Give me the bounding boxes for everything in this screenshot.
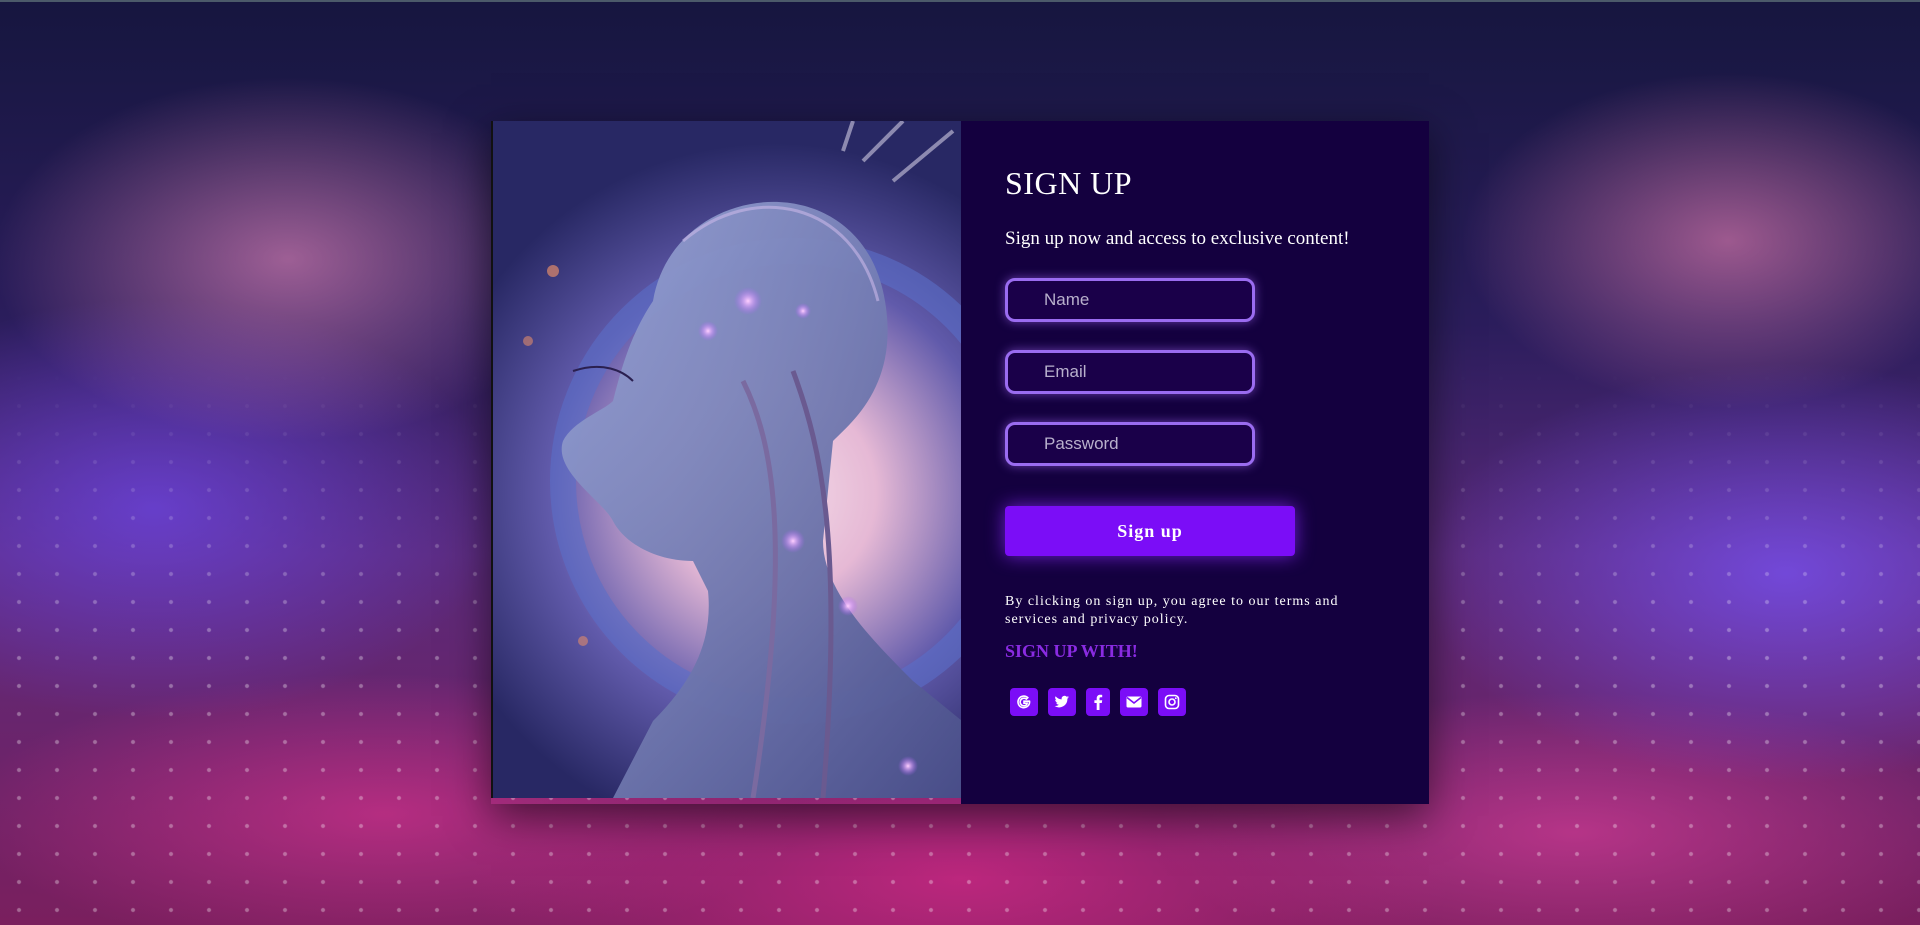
envelope-icon [1126, 696, 1142, 708]
terms-notice: By clicking on sign up, you agree to our… [1005, 593, 1395, 629]
terms-middle: and [1058, 612, 1091, 627]
social-signup-heading: SIGN UP WITH! [1005, 641, 1138, 661]
privacy-link[interactable]: privacy policy [1090, 612, 1184, 627]
facebook-signup-button[interactable] [1086, 688, 1110, 716]
twitter-icon [1054, 695, 1069, 708]
hero-image [491, 121, 961, 798]
email-input[interactable] [1005, 350, 1255, 394]
signup-button[interactable]: Sign up [1005, 506, 1295, 556]
password-input[interactable] [1005, 422, 1255, 466]
social-signup-buttons [1010, 688, 1186, 716]
google-icon [1017, 695, 1031, 709]
terms-prefix: By clicking on sign up, you agree to our [1005, 594, 1275, 609]
google-signup-button[interactable] [1010, 688, 1038, 716]
signup-card: SIGN UP Sign up now and access to exclus… [491, 121, 1429, 804]
facebook-icon [1094, 694, 1103, 710]
signup-subtitle: Sign up now and access to exclusive cont… [1005, 228, 1350, 249]
terms-suffix: . [1183, 612, 1189, 627]
page-title: SIGN UP [1005, 165, 1133, 201]
email-signup-button[interactable] [1120, 688, 1148, 716]
signup-panel: SIGN UP Sign up now and access to exclus… [961, 121, 1429, 804]
twitter-signup-button[interactable] [1048, 688, 1076, 716]
name-input[interactable] [1005, 278, 1255, 322]
instagram-signup-button[interactable] [1158, 688, 1186, 716]
android-portrait-illustration [523, 121, 961, 798]
instagram-icon [1164, 694, 1180, 710]
